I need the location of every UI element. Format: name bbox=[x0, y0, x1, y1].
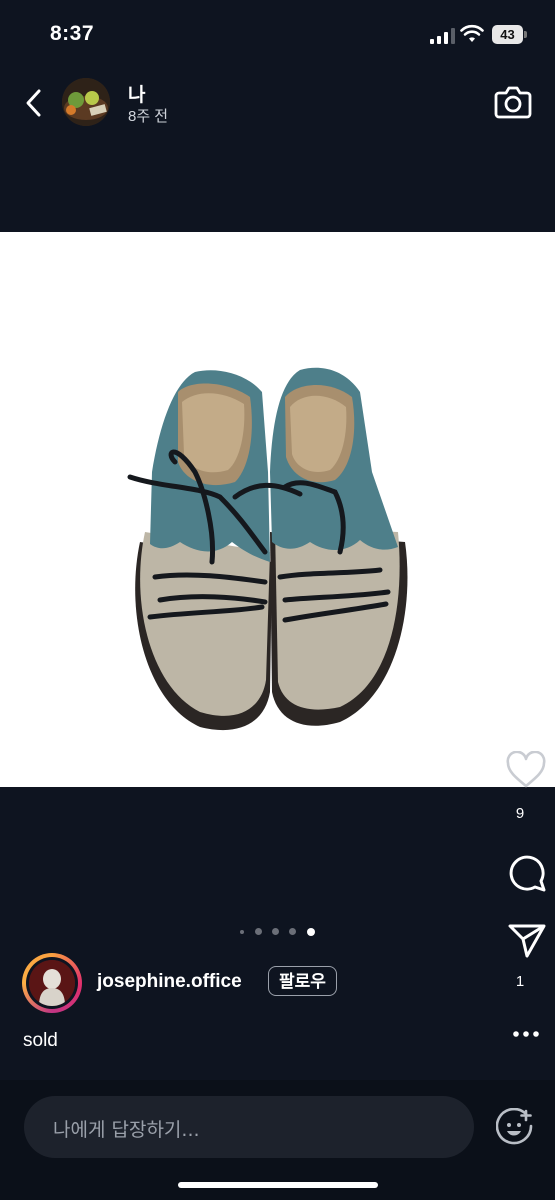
camera-icon[interactable] bbox=[494, 84, 532, 120]
author-avatar-image bbox=[29, 960, 75, 1006]
reply-icon[interactable] bbox=[507, 853, 547, 893]
back-icon[interactable] bbox=[22, 88, 46, 118]
cellular-signal-icon bbox=[430, 28, 455, 44]
left-shoe bbox=[135, 370, 272, 731]
battery-indicator: 43 bbox=[492, 25, 528, 44]
carousel-dot-active bbox=[306, 927, 315, 936]
more-icon[interactable] bbox=[505, 1025, 547, 1043]
carousel-dot bbox=[289, 928, 297, 936]
author-username[interactable]: josephine.office bbox=[97, 971, 242, 993]
like-count: 9 bbox=[515, 805, 525, 822]
wifi-icon bbox=[460, 24, 484, 42]
post-caption: sold bbox=[23, 1030, 58, 1051]
status-bar: 8:37 43 bbox=[0, 0, 555, 70]
share-count: 1 bbox=[515, 973, 525, 990]
reply-placeholder: 나에게 답장하기... bbox=[53, 1119, 200, 1141]
battery-level: 43 bbox=[492, 25, 523, 44]
carousel-dot bbox=[254, 928, 262, 936]
story-header: 나 8주 전 bbox=[0, 70, 555, 140]
sticker-icon[interactable] bbox=[496, 1108, 534, 1146]
battery-tip bbox=[524, 31, 527, 38]
carousel-dot bbox=[272, 928, 279, 936]
heart-icon[interactable] bbox=[505, 751, 547, 789]
author-avatar[interactable] bbox=[22, 953, 82, 1013]
home-indicator bbox=[178, 1182, 378, 1188]
post-author-row: josephine.office 팔로우 bbox=[22, 953, 462, 1013]
status-time: 8:37 bbox=[50, 22, 95, 45]
story-media[interactable] bbox=[0, 232, 555, 787]
reply-input[interactable]: 나에게 답장하기... bbox=[24, 1096, 474, 1158]
avatar-image bbox=[62, 78, 110, 126]
carousel-indicator bbox=[0, 923, 555, 941]
reply-bar: 나에게 답장하기... bbox=[0, 1080, 555, 1200]
shoes-photo bbox=[127, 367, 408, 731]
story-username[interactable]: 나 bbox=[128, 80, 145, 107]
follow-button[interactable]: 팔로우 bbox=[268, 966, 337, 996]
story-avatar[interactable] bbox=[62, 78, 110, 126]
carousel-dot bbox=[240, 929, 245, 934]
story-timestamp: 8주 전 bbox=[128, 108, 169, 125]
